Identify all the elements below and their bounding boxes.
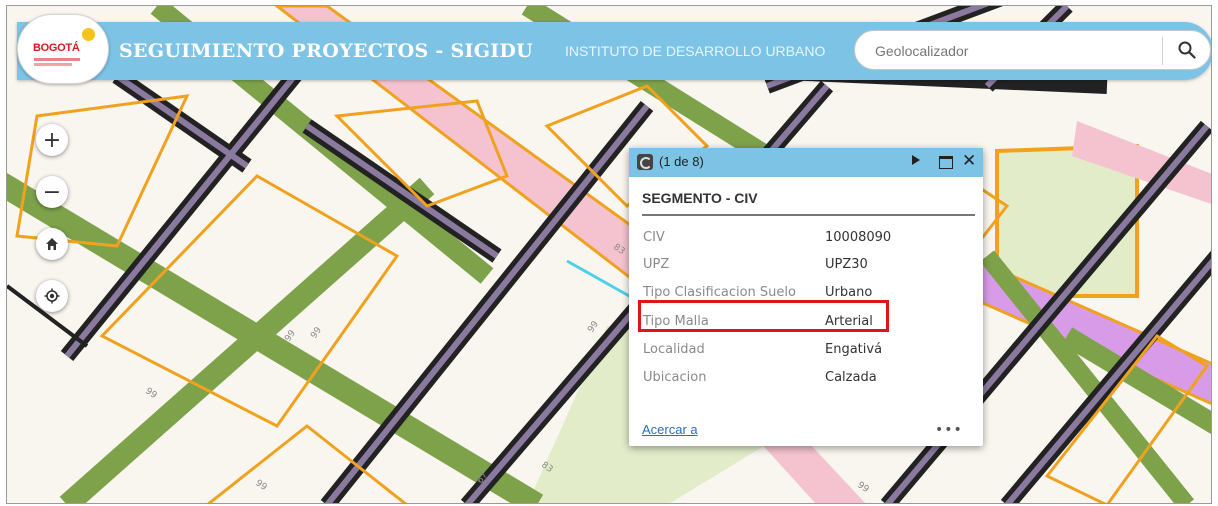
locate-button[interactable] [36,280,68,312]
attribute-value: Calzada [825,370,877,385]
more-actions-button[interactable]: ••• [935,422,963,438]
search-divider [1162,37,1163,65]
plus-icon: + [42,127,62,153]
app-title: SEGUIMIENTO PROYECTOS - SIGIDU [119,40,534,62]
popup-feature-count: (1 de 8) [659,154,704,169]
home-button[interactable] [36,228,68,260]
close-button[interactable]: ✕ [962,151,976,171]
minus-icon: − [42,179,62,205]
feature-popup: (1 de 8) ✕ SEGMENTO - CIV CIV 10008090 U… [629,148,983,446]
map-canvas[interactable]: 99 99 99 99 83 83 99 67 99 [7,6,1212,504]
locate-icon [44,288,60,304]
popup-divider [642,214,975,216]
attribute-key: CIV [643,230,665,245]
attribute-key: Tipo Clasificacion Suelo [643,285,796,300]
search-input[interactable] [873,37,1157,65]
zoom-to-link[interactable]: Acercar a [642,422,698,437]
zoom-in-button[interactable]: + [36,124,68,156]
home-icon [46,238,58,250]
maximize-button[interactable] [939,156,953,169]
attribute-value: Urbano [825,285,873,300]
geolocator-search [854,30,1211,70]
zoom-out-button[interactable]: − [36,176,68,208]
attribute-key: Ubicacion [643,370,707,385]
logo-sun-icon [82,28,95,41]
loading-icon [637,154,653,170]
search-icon [1178,41,1196,59]
attribute-value: UPZ30 [825,257,868,272]
play-icon [912,155,920,165]
highlight-box [638,300,889,332]
app-subtitle: INSTITUTO DE DESARROLLO URBANO [565,43,826,59]
attribute-key: UPZ [643,257,670,272]
search-button[interactable] [1169,35,1205,65]
attribute-value: Engativá [825,342,883,357]
logo-text: BOGOTÁ [33,42,80,54]
app-frame: 99 99 99 99 83 83 99 67 99 BOGOTÁ SEGUIM… [6,5,1212,504]
attribute-key: Localidad [643,342,705,357]
popup-title: SEGMENTO - CIV [642,190,758,206]
bogota-logo: BOGOTÁ [17,14,109,84]
next-feature-button[interactable] [911,154,921,169]
attribute-value: 10008090 [825,230,892,245]
popup-header: (1 de 8) ✕ [629,148,983,177]
